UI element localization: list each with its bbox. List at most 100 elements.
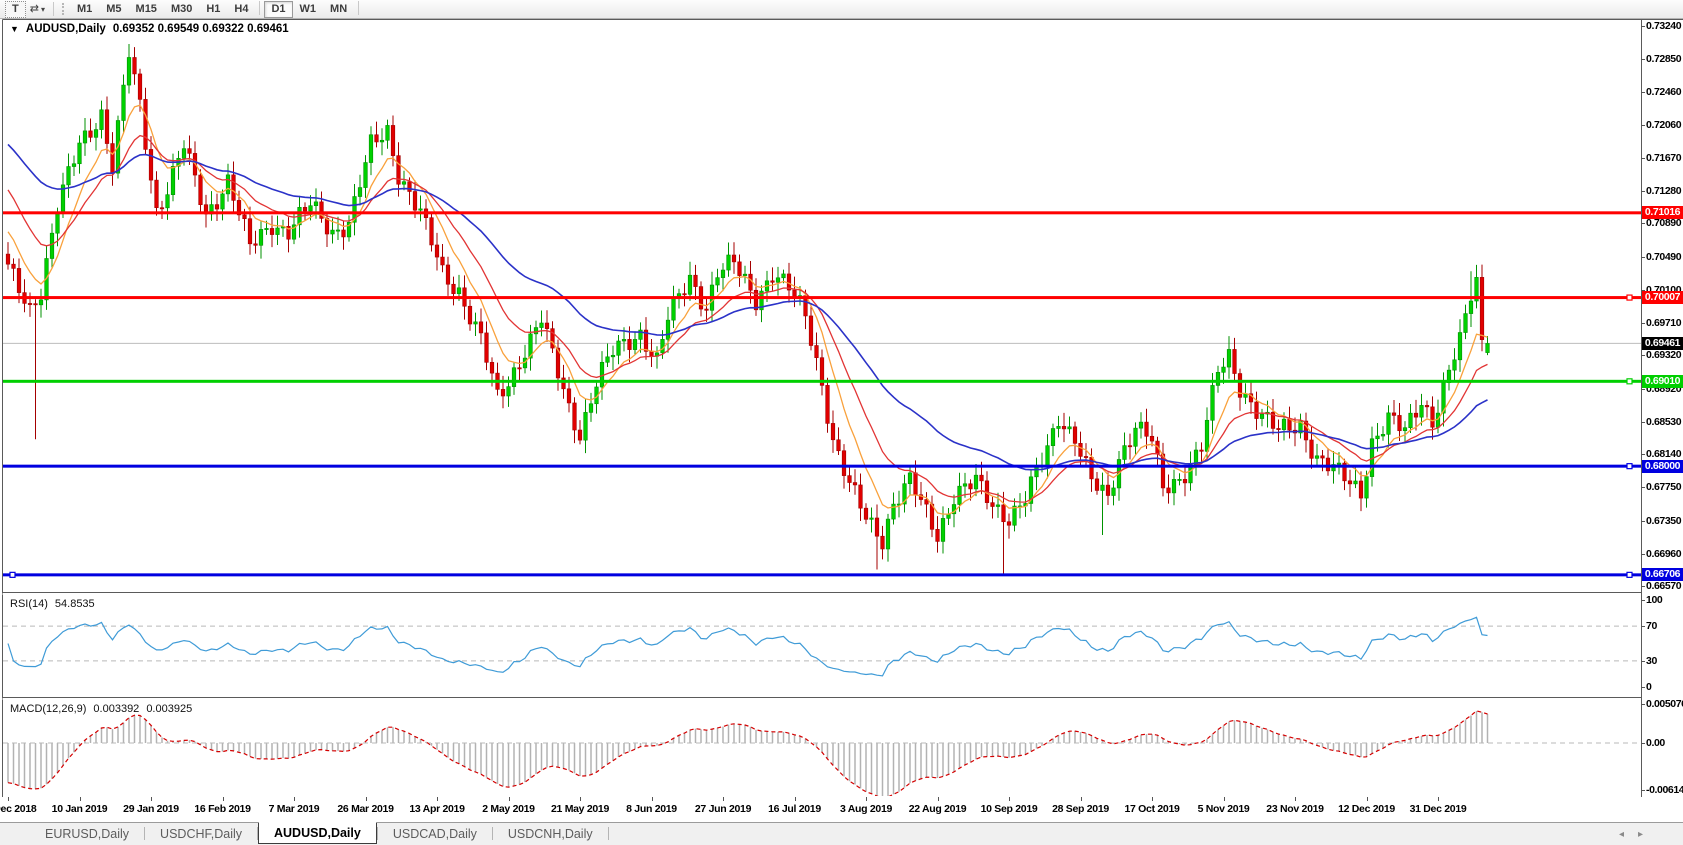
date-label: 12 Dec 2019 — [1338, 803, 1395, 815]
chart-tab-usdcnh[interactable]: USDCNH,Daily — [493, 823, 608, 844]
date-tick-mark — [795, 797, 796, 801]
candle-body — [419, 209, 423, 210]
timeframe-button-d1[interactable]: D1 — [264, 1, 292, 18]
candle-body — [771, 281, 775, 282]
date-label: 8 Jun 2019 — [626, 803, 677, 815]
toolbar-separator — [53, 2, 54, 16]
candle-body — [941, 518, 945, 541]
candle-body — [633, 339, 637, 349]
chart-tab-usdcad[interactable]: USDCAD,Daily — [378, 823, 492, 844]
macd-label: MACD(12,26,9) — [10, 703, 86, 715]
candle-body — [270, 228, 274, 234]
candle-body — [749, 274, 753, 290]
mt4-terminal: { "toolbar": { "text_tool_label": "T", "… — [0, 0, 1683, 844]
candle-body — [364, 163, 368, 188]
candle-body — [430, 218, 434, 245]
date-label: 10 Jan 2019 — [52, 803, 108, 815]
candle-body — [501, 389, 505, 396]
tab-scroll-right-icon[interactable]: ▸ — [1638, 829, 1643, 840]
candle-body — [1095, 479, 1099, 491]
chart-tab-usdchf[interactable]: USDCHF,Daily — [145, 823, 257, 844]
line-handle[interactable] — [1627, 572, 1632, 577]
timeframe-button-m15[interactable]: M15 — [129, 1, 164, 18]
candle-body — [1420, 405, 1424, 417]
candle-body — [276, 228, 280, 235]
candle-body — [562, 378, 566, 389]
candle-body — [782, 274, 786, 278]
candle-body — [358, 188, 362, 197]
candle-body — [226, 175, 230, 194]
candle-body — [1469, 301, 1473, 314]
chevron-down-icon: ▾ — [41, 5, 45, 14]
timeframe-button-h4[interactable]: H4 — [227, 1, 255, 18]
line-handle[interactable] — [1627, 295, 1632, 300]
candle-body — [34, 304, 38, 305]
candle-body — [826, 385, 830, 423]
horizontal-line-object[interactable] — [3, 573, 1641, 576]
candle-body — [837, 440, 841, 451]
tabs: EURUSD,DailyUSDCHF,DailyAUDUSD,DailyUSDC… — [30, 823, 609, 844]
arrange-tool-button[interactable]: ⇄▾ — [26, 1, 49, 18]
date-tick-mark — [938, 797, 939, 801]
candle-body — [182, 149, 186, 159]
candle-body — [457, 288, 461, 294]
timeframe-button-h1[interactable]: H1 — [199, 1, 227, 18]
candle-body — [1282, 419, 1286, 429]
line-price-badge: 0.66706 — [1642, 568, 1683, 581]
candle-body — [606, 357, 610, 362]
timeframe-button-m5[interactable]: M5 — [99, 1, 128, 18]
chart-tab-audusd[interactable]: AUDUSD,Daily — [258, 822, 377, 844]
text-tool-button[interactable]: T — [5, 1, 26, 18]
candle-body — [485, 333, 489, 362]
timeframe-button-mn[interactable]: MN — [323, 1, 354, 18]
line-handle[interactable] — [10, 572, 15, 577]
price-scale-tick: 0.66960 — [1646, 548, 1683, 560]
timeframe-button-m1[interactable]: M1 — [70, 1, 99, 18]
top-toolbar: T ⇄▾ M1M5M15M30H1H4 D1W1MN — [0, 0, 1683, 19]
chart-ohlc-values: 0.69352 0.69549 0.69322 0.69461 — [113, 23, 289, 35]
tab-scroll-left-icon[interactable]: ◂ — [1619, 829, 1624, 840]
candle-body — [1315, 456, 1319, 459]
candle-body — [1486, 343, 1490, 352]
chart-tab-bar: EURUSD,DailyUSDCHF,DailyAUDUSD,DailyUSDC… — [0, 822, 1683, 844]
macd-pane[interactable] — [3, 711, 1641, 798]
chart-canvas[interactable] — [0, 0, 1683, 844]
macd-label-row: MACD(12,26,9) 0.003392 0.003925 — [10, 703, 192, 715]
timeframe-button-w1[interactable]: W1 — [293, 1, 324, 18]
candle-body — [265, 228, 269, 229]
candle-body — [1183, 479, 1187, 483]
price-scale-tick: 0.72850 — [1646, 53, 1683, 65]
chart-tab-eurusd[interactable]: EURUSD,Daily — [30, 823, 144, 844]
timeframe-button-m30[interactable]: M30 — [164, 1, 199, 18]
line-handle[interactable] — [1627, 379, 1632, 384]
price-scale-tick: 0.72460 — [1646, 86, 1683, 98]
chart-collapse-icon[interactable]: ▼ — [10, 24, 19, 34]
candle-body — [391, 125, 395, 155]
candle-body — [842, 451, 846, 476]
line-price-badge: 0.70007 — [1642, 291, 1683, 304]
horizontal-line-object[interactable] — [3, 465, 1641, 468]
horizontal-line-object[interactable] — [3, 296, 1641, 299]
chart-symbol: AUDUSD,Daily — [26, 23, 106, 35]
candle-body — [83, 131, 87, 143]
main-price-pane[interactable] — [3, 44, 1641, 577]
candle-body — [259, 229, 263, 245]
date-label: 5 Nov 2019 — [1198, 803, 1250, 815]
candle-body — [1128, 446, 1132, 447]
candle-body — [468, 306, 472, 324]
line-handle[interactable] — [1627, 464, 1632, 469]
candle-body — [50, 233, 54, 258]
candle-body — [111, 144, 115, 174]
candle-body — [1398, 415, 1402, 430]
candle-body — [776, 278, 780, 283]
candle-body — [199, 175, 203, 205]
candle-body — [303, 207, 307, 211]
candle-body — [809, 316, 813, 346]
rsi-pane[interactable] — [3, 617, 1641, 676]
candle-body — [166, 195, 170, 208]
horizontal-line-object[interactable] — [3, 211, 1641, 214]
horizontal-line-object[interactable] — [3, 380, 1641, 383]
candle-body — [859, 485, 863, 508]
candle-body — [1200, 450, 1204, 451]
toolbar-grip[interactable] — [62, 3, 66, 15]
